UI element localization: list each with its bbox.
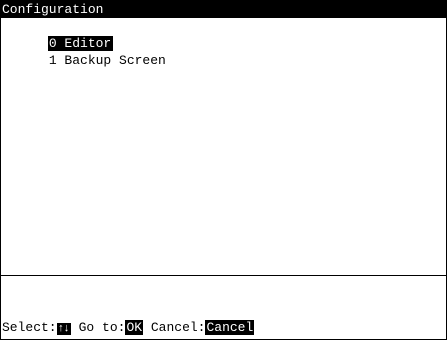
key-hint-bar: Select:↑↓ Go to:OK Cancel:Cancel (2, 319, 255, 336)
terminal-screen: Configuration 0 Editor 1 Backup Screen S… (0, 0, 447, 340)
menu-item-editor[interactable]: 0 Editor (1, 18, 446, 51)
menu-list: 0 Editor 1 Backup Screen (1, 18, 446, 68)
menu-item-label: 1 Backup Screen (48, 53, 166, 68)
ok-key-button[interactable]: OK (125, 320, 144, 335)
select-hint-label: Select: (2, 320, 57, 335)
cancel-hint-label: Cancel: (150, 320, 206, 335)
menu-item-label: 0 Editor (47, 36, 114, 51)
goto-hint-label: Go to: (78, 320, 126, 335)
divider (1, 275, 446, 276)
up-down-arrows-icon[interactable]: ↑↓ (56, 323, 71, 335)
cancel-key-button[interactable]: Cancel (205, 320, 255, 335)
page-title: Configuration (1, 1, 446, 18)
